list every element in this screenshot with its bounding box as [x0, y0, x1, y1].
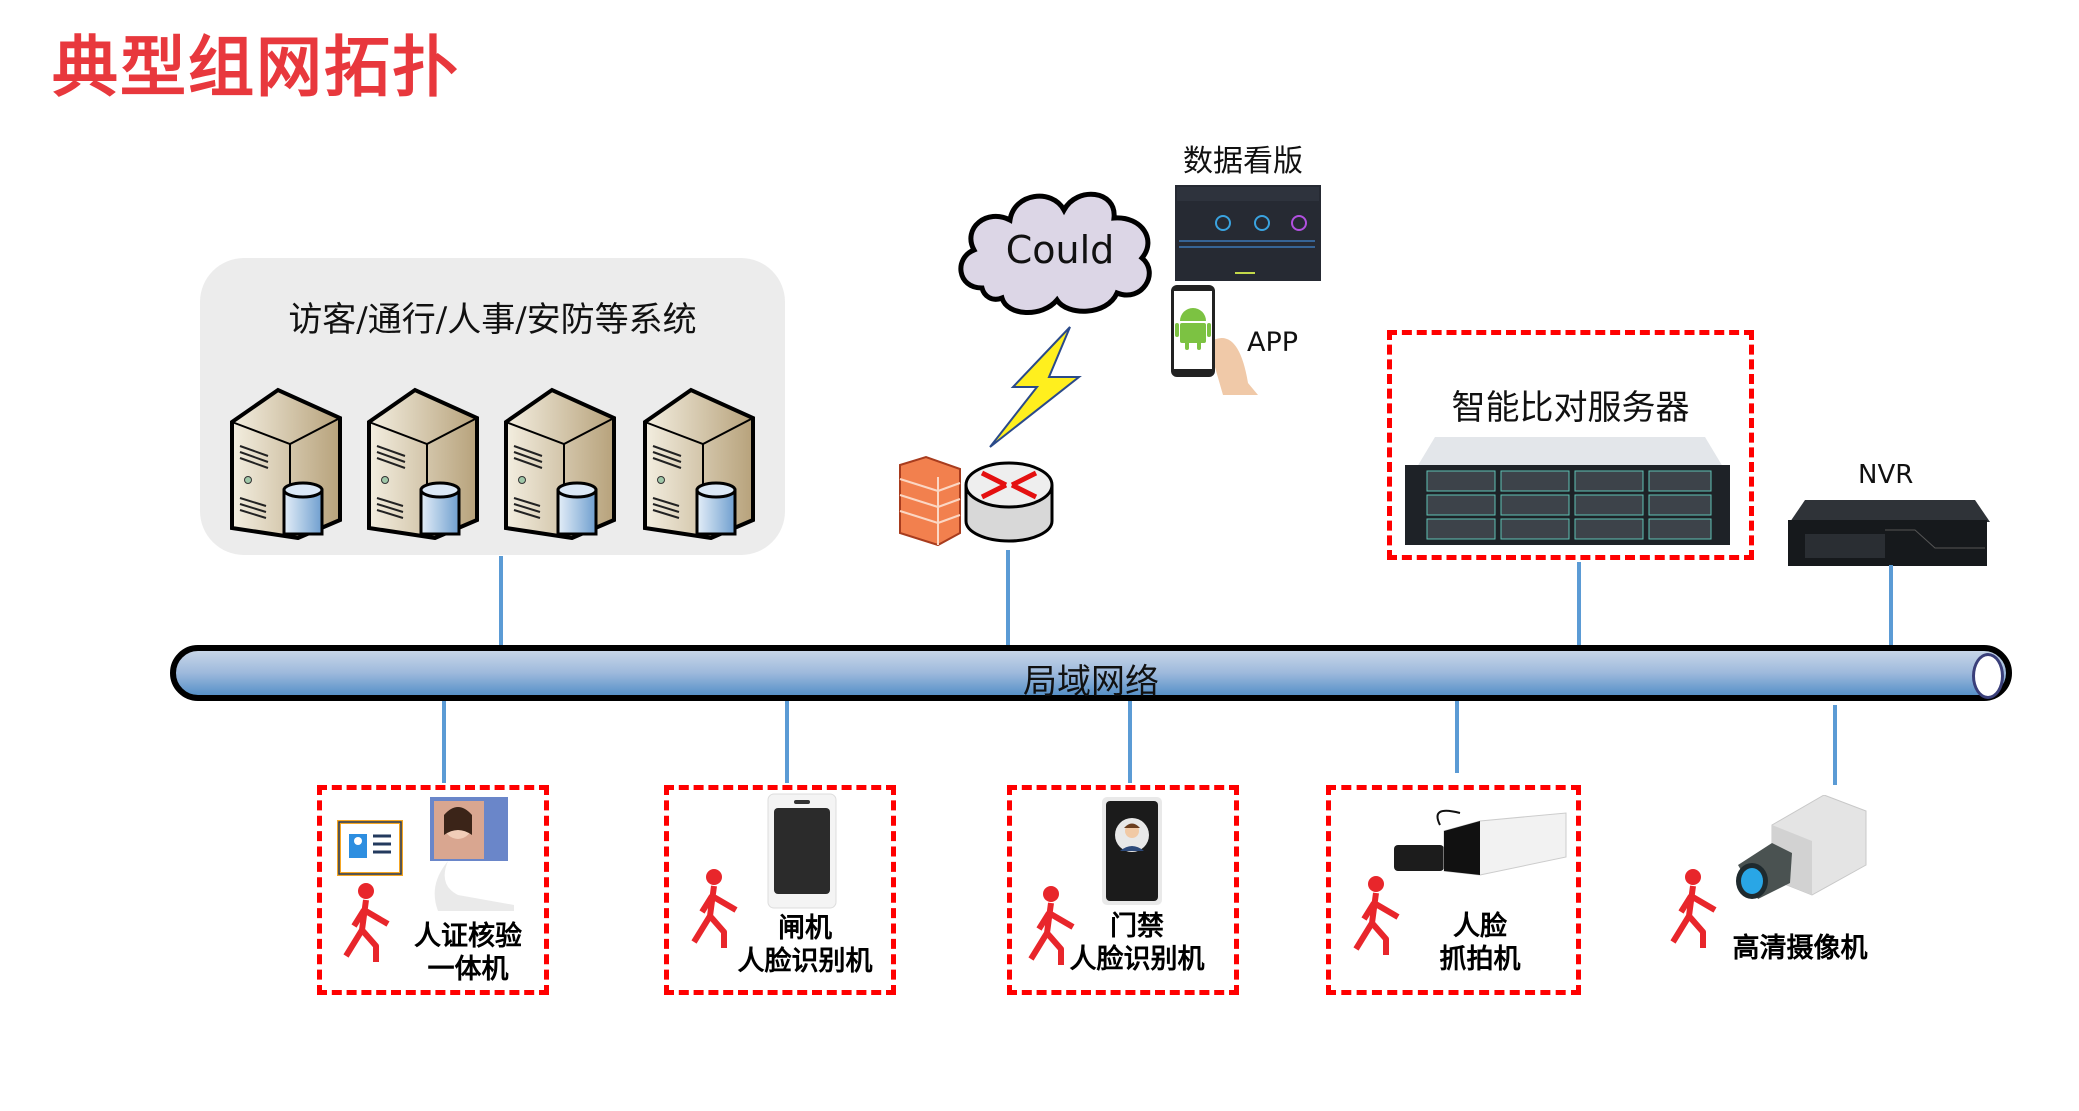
nvr-device-icon[interactable] — [1785, 500, 1990, 568]
device-label-face-capture: 人脸 抓拍机 — [1415, 910, 1545, 976]
link-device-1 — [442, 701, 446, 783]
device-label-hd-camera: 高清摄像机 — [1725, 932, 1875, 965]
link-device-5 — [1833, 705, 1837, 785]
device-label-line1: 人证核验 — [414, 921, 522, 952]
lan-bus-end-cap — [1972, 653, 2004, 699]
id-card-icon — [337, 820, 403, 876]
lan-label: 局域网络 — [1023, 662, 1159, 702]
systems-group-label: 访客/通行/人事/安防等系统 — [288, 300, 697, 340]
dashboard-screen-icon[interactable] — [1175, 185, 1321, 281]
server-tower-icon — [230, 388, 342, 540]
device-label-line2: 人脸识别机 — [1069, 944, 1205, 975]
router-icon — [964, 461, 1054, 543]
device-label-line2: 人脸识别机 — [737, 946, 873, 977]
link-systems — [499, 556, 503, 646]
server-tower-icon — [643, 388, 755, 540]
cloud-label: Could — [1005, 228, 1115, 272]
lan-bus: 局域网络 — [170, 645, 2012, 702]
walking-person-icon — [340, 882, 392, 962]
device-label-gate-face: 闸机 人脸识别机 — [730, 912, 880, 978]
walking-person-icon — [1350, 875, 1402, 955]
device-label-line1: 高清摄像机 — [1732, 933, 1868, 964]
link-router — [1006, 550, 1010, 646]
lightning-icon — [989, 326, 1082, 448]
page-title: 典型组网拓扑 — [52, 29, 460, 106]
rack-server-icon[interactable] — [1405, 437, 1730, 549]
app-label: APP — [1247, 327, 1299, 358]
link-nvr — [1889, 565, 1893, 646]
server-tower-icon — [367, 388, 479, 540]
face-capture-camera-icon[interactable] — [1390, 805, 1570, 885]
device-label-access-face: 门禁 人脸识别机 — [1062, 910, 1212, 976]
link-device-3 — [1128, 701, 1132, 783]
access-face-terminal-icon[interactable] — [1100, 795, 1164, 907]
gate-face-terminal-icon[interactable] — [766, 792, 838, 910]
nvr-label: NVR — [1858, 460, 1914, 490]
link-device-4 — [1455, 701, 1459, 773]
link-device-2 — [785, 701, 789, 783]
smart-server-label: 智能比对服务器 — [1451, 388, 1690, 428]
id-verification-terminal-icon[interactable] — [428, 795, 516, 913]
device-label-line2: 抓拍机 — [1439, 944, 1521, 975]
dashboard-label: 数据看版 — [1183, 144, 1303, 179]
systems-group: 访客/通行/人事/安防等系统 — [200, 258, 785, 555]
hd-camera-icon[interactable] — [1728, 795, 1868, 905]
device-label-line1: 门禁 — [1110, 911, 1164, 942]
walking-person-icon — [1667, 868, 1719, 948]
device-label-line1: 闸机 — [778, 913, 832, 944]
server-tower-icon — [504, 388, 616, 540]
link-smart-server — [1577, 562, 1581, 646]
firewall-icon — [899, 455, 961, 547]
device-label-id-verification: 人证核验 一体机 — [403, 920, 533, 986]
device-label-line1: 人脸 — [1453, 911, 1507, 942]
device-label-line2: 一体机 — [427, 954, 509, 985]
